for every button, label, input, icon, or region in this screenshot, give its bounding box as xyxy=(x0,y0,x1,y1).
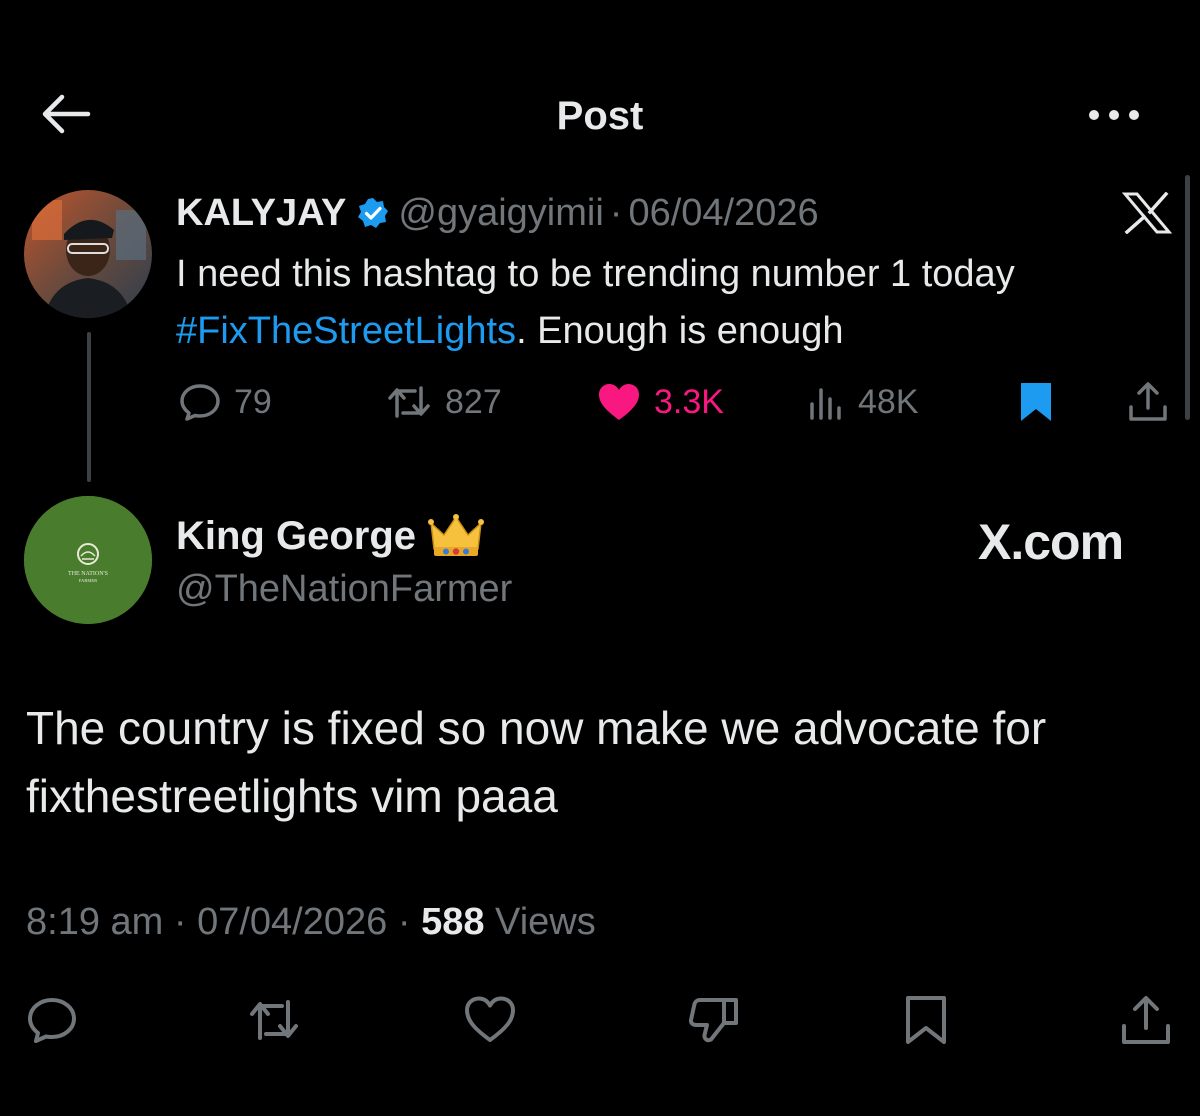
thumbs-down-icon xyxy=(688,998,738,1043)
reply-button[interactable] xyxy=(24,992,80,1048)
repost-button[interactable] xyxy=(246,992,302,1048)
verified-badge-icon xyxy=(356,196,390,230)
bookmark-filled-icon xyxy=(1021,383,1051,421)
logo-text-line1: THE NATION'S xyxy=(68,571,108,577)
reply-date[interactable]: 07/04/2026 xyxy=(197,901,387,943)
quoted-author-name[interactable]: KALYJAY xyxy=(176,192,346,235)
heart-icon xyxy=(465,996,515,1042)
quoted-text-start: I need this hashtag to be trending numbe… xyxy=(176,253,1015,295)
analytics-icon xyxy=(810,388,841,420)
quoted-date[interactable]: 06/04/2026 xyxy=(628,192,818,235)
reply-time[interactable]: 8:19 am xyxy=(26,901,163,943)
separator-dot: · xyxy=(609,191,623,234)
reply-text: The country is fixed so now make we advo… xyxy=(26,702,1047,822)
thread-line xyxy=(87,332,91,482)
profile-photo-icon xyxy=(24,190,152,318)
logo-text-line2: FARMER xyxy=(79,578,97,583)
dislike-button[interactable] xyxy=(686,992,742,1048)
scrollbar-thumb[interactable] xyxy=(1185,175,1190,420)
quoted-handle[interactable]: @gyaigyimii xyxy=(398,192,603,235)
x-logo-icon xyxy=(1122,192,1172,234)
separator-dot: · xyxy=(397,901,411,943)
reply-handle[interactable]: @TheNationFarmer xyxy=(176,566,512,612)
reply-author-name[interactable]: King George xyxy=(176,514,416,559)
bookmark-icon xyxy=(906,996,946,1044)
reply-avatar[interactable]: THE NATION'S FARMER xyxy=(24,496,152,624)
reply-count: 79 xyxy=(234,382,272,421)
hashtag-link[interactable]: #FixTheStreetLights xyxy=(176,310,516,352)
repost-count: 827 xyxy=(445,382,502,421)
like-action[interactable]: 3.3K xyxy=(596,376,724,428)
like-count: 3.3K xyxy=(654,382,724,421)
xcom-watermark: X.com xyxy=(978,514,1124,570)
comment-icon xyxy=(180,384,220,421)
quoted-tweet-header: KALYJAY @gyaigyimii · 06/04/2026 xyxy=(176,190,819,236)
quoted-tweet-text: I need this hashtag to be trending numbe… xyxy=(176,246,1176,360)
reply-metadata: 8:19 am · 07/04/2026 · 588 Views xyxy=(26,896,596,948)
repost-action[interactable]: 827 xyxy=(385,376,502,428)
views-count: 48K xyxy=(858,382,919,421)
share-button[interactable] xyxy=(1118,992,1174,1048)
like-button[interactable] xyxy=(462,992,518,1048)
share-icon xyxy=(1122,996,1170,1044)
reply-views-label: Views xyxy=(495,901,596,943)
reply-header: King George xyxy=(176,510,485,562)
separator-dot: · xyxy=(173,901,187,943)
avatar[interactable] xyxy=(24,190,152,318)
repost-icon xyxy=(250,1000,298,1040)
farm-logo-icon: THE NATION'S FARMER xyxy=(24,496,152,624)
views-action[interactable]: 48K xyxy=(806,376,919,428)
reply-action[interactable]: 79 xyxy=(178,376,272,428)
quoted-text-end: . Enough is enough xyxy=(516,310,844,352)
more-options-button[interactable] xyxy=(1084,100,1144,130)
comment-icon xyxy=(28,998,76,1043)
page-title: Post xyxy=(556,94,644,138)
heart-filled-icon xyxy=(599,384,639,420)
crown-icon xyxy=(428,513,485,559)
reply-views-count[interactable]: 588 xyxy=(421,901,484,943)
share-icon xyxy=(1129,382,1167,421)
bookmark-action[interactable] xyxy=(1016,376,1056,428)
repost-icon xyxy=(388,386,430,418)
bookmark-button[interactable] xyxy=(898,992,954,1048)
share-action[interactable] xyxy=(1126,376,1170,428)
more-icon xyxy=(1089,110,1139,120)
